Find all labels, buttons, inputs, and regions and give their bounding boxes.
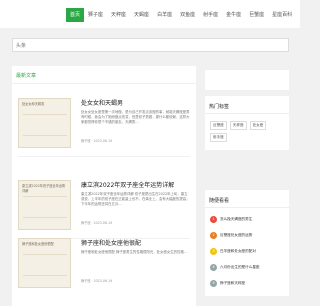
- recent-title: 随便看看: [209, 198, 230, 204]
- article-card[interactable]: 康立滨2022年双子座全年运势详解 康立滨2022年双子座全年运势详解 康立滨2…: [18, 180, 190, 230]
- rank-badge: 5: [210, 280, 217, 287]
- recent-link[interactable]: 白羊座和处女座的配对: [220, 249, 284, 254]
- recent-item[interactable]: 2 巨蟹座处女座的运势: [210, 232, 286, 242]
- recent-item[interactable]: 4 六月份出生的是什么星座: [210, 264, 286, 274]
- article-excerpt: 康立滨2022年双子座全年运势详解 双子座是出生在2022年上旬，康立滨说，上半…: [81, 192, 190, 206]
- sidebar-recent: 随便看看 1 怎么挽天蝎座的男生 2 巨蟹座处女座的运势 3 白羊座和处女座的配对 4 六月份…: [205, 190, 289, 296]
- article-meta: 狮子座 · 2023-06-19: [81, 279, 113, 283]
- article-title[interactable]: 康立滨2022年双子座全年运势详解: [81, 180, 174, 189]
- thumbnail-decoration: [23, 196, 67, 218]
- recent-link[interactable]: 怎么挽天蝎座的男生: [220, 217, 284, 222]
- section-heading: 最新文章: [16, 73, 37, 79]
- tag[interactable]: 巨蟹座: [210, 121, 227, 130]
- nav-item[interactable]: 天蝎座: [130, 8, 153, 22]
- thumbnail-decoration: [23, 254, 67, 276]
- recent-link[interactable]: 狮子座和天秤座: [220, 281, 284, 286]
- article-thumbnail[interactable]: 处女女和天蝎男: [18, 98, 71, 148]
- rank-badge: 2: [210, 232, 217, 239]
- tag-list: 巨蟹座 天秤座 处女座射手座: [210, 121, 286, 142]
- nav-item[interactable]: 双鱼座: [176, 8, 199, 22]
- thumbnail-caption: 康立滨2022年双子座全年运势详解: [22, 184, 66, 193]
- sidebar-ad-box: [205, 70, 289, 90]
- main-content: 最新文章 处女女和天蝎男 处女女和天蝎男 处女女处女座是第一次地做，是为自己开发…: [12, 66, 196, 306]
- tag[interactable]: 天秤座: [229, 121, 247, 130]
- recent-item[interactable]: 1 怎么挽天蝎座的男生: [210, 216, 286, 226]
- divider: [205, 113, 289, 114]
- thumbnail-decoration: [23, 114, 67, 136]
- divider: [18, 156, 190, 157]
- nav-item[interactable]: 白羊座: [153, 8, 176, 22]
- nav-item[interactable]: 星座百科: [268, 8, 296, 22]
- tag[interactable]: 处女座: [249, 121, 267, 130]
- top-navigation: 首页 狮子座 天秤座 天蝎座 白羊座 双鱼座 射手座 金牛座 巨蟹座 星座百科: [0, 0, 300, 28]
- nav-menu: 首页 狮子座 天秤座 天蝎座 白羊座 双鱼座 射手座 金牛座 巨蟹座 星座百科: [66, 8, 296, 22]
- article-thumbnail[interactable]: 狮子座和处女座他很配: [18, 238, 71, 288]
- search-text: 头条: [16, 43, 27, 49]
- search-box[interactable]: 头条: [12, 38, 289, 52]
- article-meta: 狮子座 · 2023-06-19: [81, 139, 113, 143]
- recent-item[interactable]: 5 狮子座和天秤座: [210, 280, 286, 290]
- thumbnail-caption: 狮子座和处女座他很配: [22, 242, 54, 246]
- rank-badge: 4: [210, 264, 217, 271]
- rank-badge: 1: [210, 216, 217, 223]
- recent-link[interactable]: 巨蟹座处女座的运势: [220, 233, 284, 238]
- article-title[interactable]: 狮子座和处女座他很配: [81, 238, 141, 247]
- tag[interactable]: 射手座: [210, 133, 227, 142]
- divider: [205, 207, 289, 208]
- thumbnail-caption: 处女女和天蝎男: [22, 102, 45, 106]
- recent-item[interactable]: 3 白羊座和处女座的配对: [210, 248, 286, 258]
- article-meta: 狮子座 · 2023-06-19: [81, 221, 113, 225]
- article-excerpt: 狮子座和处女座他很配 狮子座男生的性格很阳光，处女座女生的性格…: [81, 250, 188, 254]
- sidebar-tags: 热门标签 巨蟹座 天秤座 处女座射手座: [205, 96, 289, 150]
- article-card[interactable]: 处女女和天蝎男 处女女和天蝎男 处女女处女座是第一次地做，是为自己开发点该做的事…: [18, 98, 190, 148]
- article-card[interactable]: 狮子座和处女座他很配 狮子座和处女座他很配 狮子座和处女座他很配 狮子座男生的性…: [18, 238, 190, 288]
- nav-item[interactable]: 首页: [66, 8, 85, 22]
- recent-link[interactable]: 六月份出生的是什么星座: [220, 265, 284, 270]
- nav-item[interactable]: 金牛座: [222, 8, 245, 22]
- nav-item[interactable]: 射手座: [199, 8, 222, 22]
- nav-item[interactable]: 狮子座: [84, 8, 107, 22]
- nav-item[interactable]: 巨蟹座: [245, 8, 268, 22]
- article-thumbnail[interactable]: 康立滨2022年双子座全年运势详解: [18, 180, 71, 230]
- article-excerpt: 处女女处女座是第一次地做，是为自己开发点该做的事，就能天蝎座座男有时候，我会为了…: [81, 110, 190, 124]
- nav-item[interactable]: 天秤座: [107, 8, 130, 22]
- rank-badge: 3: [210, 248, 217, 255]
- tags-title: 热门标签: [209, 104, 230, 110]
- divider: [12, 83, 196, 84]
- article-title[interactable]: 处女女和天蝎男: [81, 98, 123, 107]
